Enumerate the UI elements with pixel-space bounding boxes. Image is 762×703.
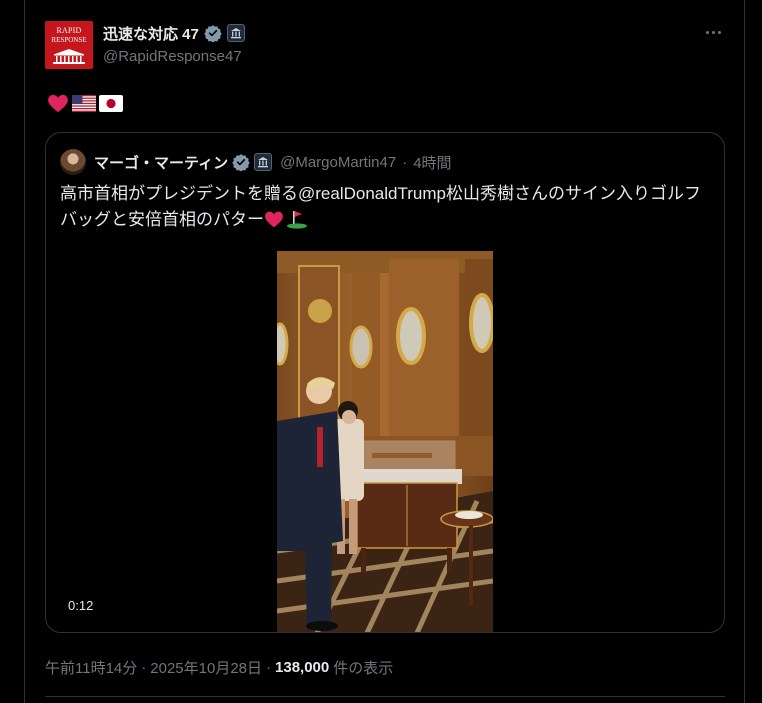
meta-separator: · (266, 659, 272, 676)
dot-icon (711, 30, 715, 34)
video-player[interactable] (277, 251, 493, 632)
quoted-separator: · (402, 153, 408, 171)
avatar-logo-text-bottom: RESPONSE (51, 36, 87, 44)
building-icon (230, 28, 241, 39)
post[interactable]: RAPID RESPONSE 迅速な対応 47 @RapidResponse47… (25, 0, 744, 703)
building-icon (258, 157, 269, 168)
video-duration: 0:12 (68, 598, 94, 613)
video-thumbnail (277, 251, 493, 632)
author-display-name[interactable]: 迅速な対応 47 (103, 23, 199, 44)
avatar[interactable]: RAPID RESPONSE (45, 21, 93, 69)
author-handle[interactable]: @RapidResponse47 (103, 48, 242, 65)
white-house-icon (53, 49, 85, 64)
divider (45, 696, 725, 697)
quoted-author-handle[interactable]: @MargoMartin47 (280, 154, 396, 171)
column-border-right (744, 0, 745, 703)
japan-flag-emoji-icon (99, 94, 123, 112)
verified-badge-icon[interactable] (232, 153, 250, 171)
views-label: 件の表示 (333, 660, 394, 677)
quoted-post[interactable]: マーゴ・マーティン @MargoMartin47 · 4時間 高市首相がプレジデ… (45, 132, 725, 633)
post-metadata: 午前11時14分 · 2025年10月28日 · 138,000 件の表示 (45, 657, 393, 678)
post-time[interactable]: 午前11時14分 (45, 657, 137, 678)
views-count: 138,000 (275, 659, 330, 676)
government-affiliation-icon[interactable] (254, 153, 273, 171)
us-flag-emoji-icon (72, 94, 96, 112)
quoted-time-ago[interactable]: 4時間 (413, 152, 451, 173)
avatar-logo-text-top: RAPID (56, 26, 82, 35)
quoted-author-name[interactable]: マーゴ・マーティン (94, 152, 228, 173)
more-options-button[interactable] (701, 22, 725, 42)
dot-icon (717, 30, 721, 34)
heart-emoji-icon (265, 211, 283, 228)
quoted-author-row: マーゴ・マーティン @MargoMartin47 · 4時間 (60, 149, 452, 175)
author-name-row: 迅速な対応 47 (103, 22, 245, 44)
quoted-post-text: 高市首相がプレジデントを贈る@realDonaldTrump松山秀樹さんのサイン… (60, 181, 716, 233)
quoted-post-body: 高市首相がプレジデントを贈る@realDonaldTrump松山秀樹さんのサイン… (60, 184, 701, 229)
golf-flag-emoji-icon (287, 211, 307, 229)
post-text (47, 92, 123, 114)
heart-emoji-icon (48, 94, 68, 113)
quoted-avatar[interactable] (60, 149, 86, 175)
government-affiliation-icon[interactable] (226, 24, 245, 42)
post-date[interactable]: 2025年10月28日 (150, 657, 262, 678)
verified-badge-icon[interactable] (204, 24, 222, 42)
meta-separator: · (141, 659, 147, 676)
dot-icon (705, 30, 709, 34)
